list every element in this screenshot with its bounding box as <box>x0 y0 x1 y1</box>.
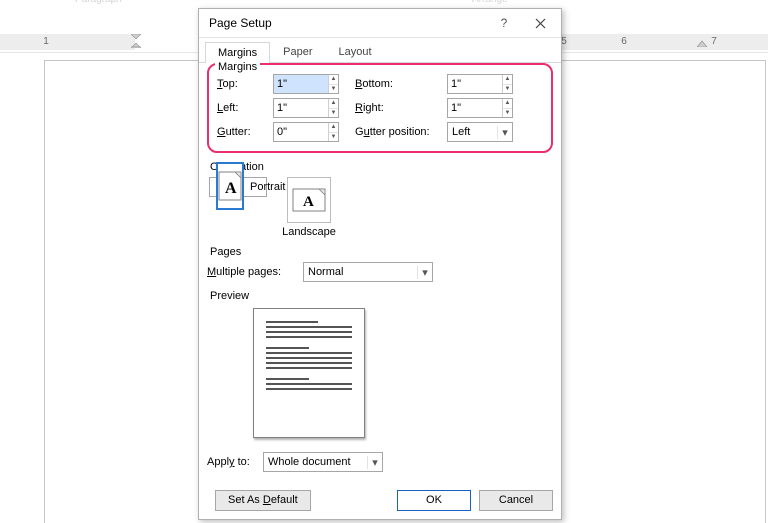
spin-down-icon[interactable]: ▼ <box>329 109 338 118</box>
tab-margins[interactable]: Margins <box>205 42 270 63</box>
pages-group: Pages Multiple pages: Normal ▾ <box>207 246 553 282</box>
top-label: Top: <box>217 78 273 90</box>
spin-down-icon[interactable]: ▼ <box>503 109 512 118</box>
dialog-button-bar: Set As Default OK Cancel <box>207 487 553 513</box>
left-indent-marker[interactable] <box>131 34 141 48</box>
spin-up-icon[interactable]: ▲ <box>503 99 512 109</box>
svg-text:A: A <box>225 180 237 197</box>
multiple-pages-label: Multiple pages: <box>207 266 303 278</box>
apply-to-value: Whole document <box>264 456 367 468</box>
orientation-group: Orientation A Portrait A Landscape <box>207 161 553 238</box>
left-label: Left: <box>217 102 273 114</box>
margins-group: Margins Top: ▲▼ Bottom: ▲▼ Left: ▲▼ <box>207 63 553 153</box>
set-as-default-button[interactable]: Set As Default <box>215 490 311 511</box>
help-icon[interactable]: ? <box>487 9 521 37</box>
dialog-titlebar[interactable]: Page Setup ? <box>199 9 561 38</box>
bottom-label: Bottom: <box>339 78 447 90</box>
spin-up-icon[interactable]: ▲ <box>329 123 338 133</box>
landscape-icon: A <box>287 177 331 223</box>
chevron-down-icon: ▾ <box>367 456 382 469</box>
gutter-position-label: Gutter position: <box>339 126 447 138</box>
right-spinner[interactable]: ▲▼ <box>447 98 513 118</box>
multiple-pages-value: Normal <box>304 266 417 278</box>
portrait-icon: A <box>216 162 244 210</box>
gutter-spinner[interactable]: ▲▼ <box>273 122 339 142</box>
top-spinner[interactable]: ▲▼ <box>273 74 339 94</box>
preview-thumbnail <box>253 308 365 438</box>
bottom-spinner[interactable]: ▲▼ <box>447 74 513 94</box>
bottom-input[interactable] <box>448 75 502 93</box>
tab-paper[interactable]: Paper <box>270 41 325 62</box>
left-spinner[interactable]: ▲▼ <box>273 98 339 118</box>
spin-down-icon[interactable]: ▼ <box>503 85 512 94</box>
orientation-portrait[interactable]: A Portrait <box>209 177 267 197</box>
gutter-input[interactable] <box>274 123 328 141</box>
apply-to-select[interactable]: Whole document ▾ <box>263 452 383 472</box>
dialog-title: Page Setup <box>209 16 272 30</box>
spin-down-icon[interactable]: ▼ <box>329 85 338 94</box>
close-icon[interactable] <box>523 9 557 37</box>
gutter-position-value: Left <box>448 126 497 138</box>
gutter-position-select[interactable]: Left ▾ <box>447 122 513 142</box>
right-input[interactable] <box>448 99 502 117</box>
gutter-label: Gutter: <box>217 126 273 138</box>
page-setup-dialog: Page Setup ? Margins Paper Layout Margin… <box>198 8 562 520</box>
chevron-down-icon: ▾ <box>417 266 432 279</box>
svg-text:A: A <box>303 194 314 210</box>
tab-strip: Margins Paper Layout <box>199 38 561 63</box>
ok-button[interactable]: OK <box>397 490 471 511</box>
preview-group: Preview <box>207 290 553 438</box>
spin-down-icon[interactable]: ▼ <box>329 133 338 142</box>
cancel-button[interactable]: Cancel <box>479 490 553 511</box>
multiple-pages-select[interactable]: Normal ▾ <box>303 262 433 282</box>
right-indent-marker[interactable] <box>697 33 707 47</box>
pages-legend: Pages <box>207 246 553 258</box>
orientation-landscape[interactable]: A Landscape <box>281 177 337 238</box>
tab-layout[interactable]: Layout <box>325 41 384 62</box>
top-input[interactable] <box>274 75 328 93</box>
ribbon-group-labels: Paragraph Arrange <box>0 0 768 6</box>
spin-up-icon[interactable]: ▲ <box>503 75 512 85</box>
apply-to-label: Apply to: <box>207 456 263 468</box>
chevron-down-icon: ▾ <box>497 126 512 139</box>
preview-legend: Preview <box>207 290 553 302</box>
right-label: Right: <box>339 102 447 114</box>
apply-to-row: Apply to: Whole document ▾ <box>207 452 553 472</box>
margins-legend: Margins <box>215 61 260 73</box>
spin-up-icon[interactable]: ▲ <box>329 99 338 109</box>
left-input[interactable] <box>274 99 328 117</box>
orientation-legend: Orientation <box>207 161 553 173</box>
spin-up-icon[interactable]: ▲ <box>329 75 338 85</box>
orientation-landscape-label: Landscape <box>282 226 336 238</box>
